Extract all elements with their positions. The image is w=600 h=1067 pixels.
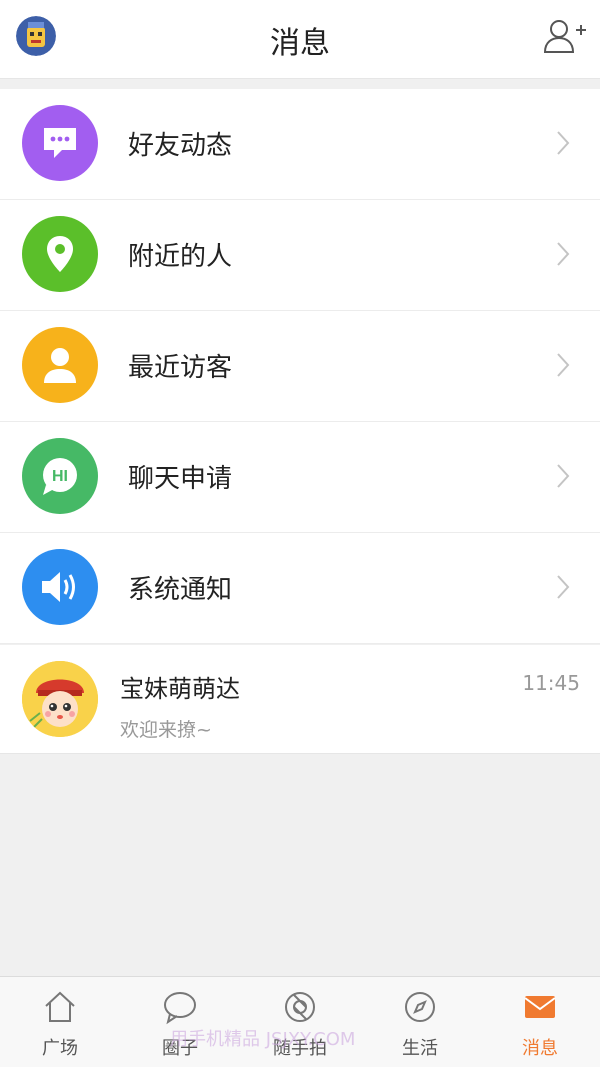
menu-item-system-notices[interactable]: 系统通知 xyxy=(0,533,600,644)
bubble-icon xyxy=(164,992,196,1025)
chevron-right-icon xyxy=(557,575,570,599)
menu-item-label: 最近访客 xyxy=(128,353,233,383)
menu-item-label: 附近的人 xyxy=(128,242,233,272)
user-icon xyxy=(22,327,98,403)
chat-list-item[interactable]: 宝妹萌萌达 欢迎来撩~ 11:45 xyxy=(0,645,600,754)
menu-item-label: 好友动态 xyxy=(128,131,233,161)
tab-square[interactable]: 广场 xyxy=(0,977,120,1067)
bottom-tab-bar: 广场 圈子 随手拍 生活 消息 xyxy=(0,976,600,1067)
message-time: 11:45 xyxy=(522,671,580,695)
top-bar: 消息 xyxy=(0,0,600,79)
section-gap xyxy=(0,79,600,89)
tab-messages[interactable]: 消息 xyxy=(480,977,600,1067)
location-pin-icon xyxy=(22,216,98,292)
contact-avatar xyxy=(22,661,98,737)
tab-label: 广场 xyxy=(42,1038,78,1059)
menu-item-recent-visitors[interactable]: 最近访客 xyxy=(0,311,600,422)
chevron-right-icon xyxy=(557,464,570,488)
tab-life[interactable]: 生活 xyxy=(360,977,480,1067)
tab-label: 圈子 xyxy=(162,1038,198,1059)
home-icon xyxy=(45,991,75,1022)
speaker-icon xyxy=(22,549,98,625)
message-menu-list: 好友动态 附近的人 最近访客 HI 聊天申请 系统通知 xyxy=(0,89,600,644)
tab-snapshot[interactable]: 随手拍 xyxy=(240,977,360,1067)
tab-label: 消息 xyxy=(522,1038,558,1059)
add-user-icon xyxy=(543,20,586,53)
mail-icon xyxy=(524,996,556,1018)
page-title: 消息 xyxy=(270,26,330,61)
aperture-icon xyxy=(285,992,315,1022)
contact-name: 宝妹萌萌达 xyxy=(120,675,240,703)
hi-text: HI xyxy=(52,468,68,485)
menu-item-label: 系统通知 xyxy=(128,575,233,605)
last-message: 欢迎来撩~ xyxy=(120,719,212,741)
chevron-right-icon xyxy=(557,242,570,266)
menu-item-label: 聊天申请 xyxy=(128,464,233,494)
add-friend-button[interactable] xyxy=(542,16,586,56)
menu-item-nearby-people[interactable]: 附近的人 xyxy=(0,200,600,311)
tab-label: 生活 xyxy=(402,1038,438,1059)
menu-item-friend-updates[interactable]: 好友动态 xyxy=(0,89,600,200)
tab-circle[interactable]: 圈子 xyxy=(120,977,240,1067)
tab-label: 随手拍 xyxy=(273,1038,327,1059)
chevron-right-icon xyxy=(557,353,570,377)
chevron-right-icon xyxy=(557,131,570,155)
chat-dots-icon xyxy=(22,105,98,181)
menu-item-chat-requests[interactable]: HI 聊天申请 xyxy=(0,422,600,533)
compass-icon xyxy=(405,992,435,1022)
hi-bubble-icon: HI xyxy=(22,438,98,514)
